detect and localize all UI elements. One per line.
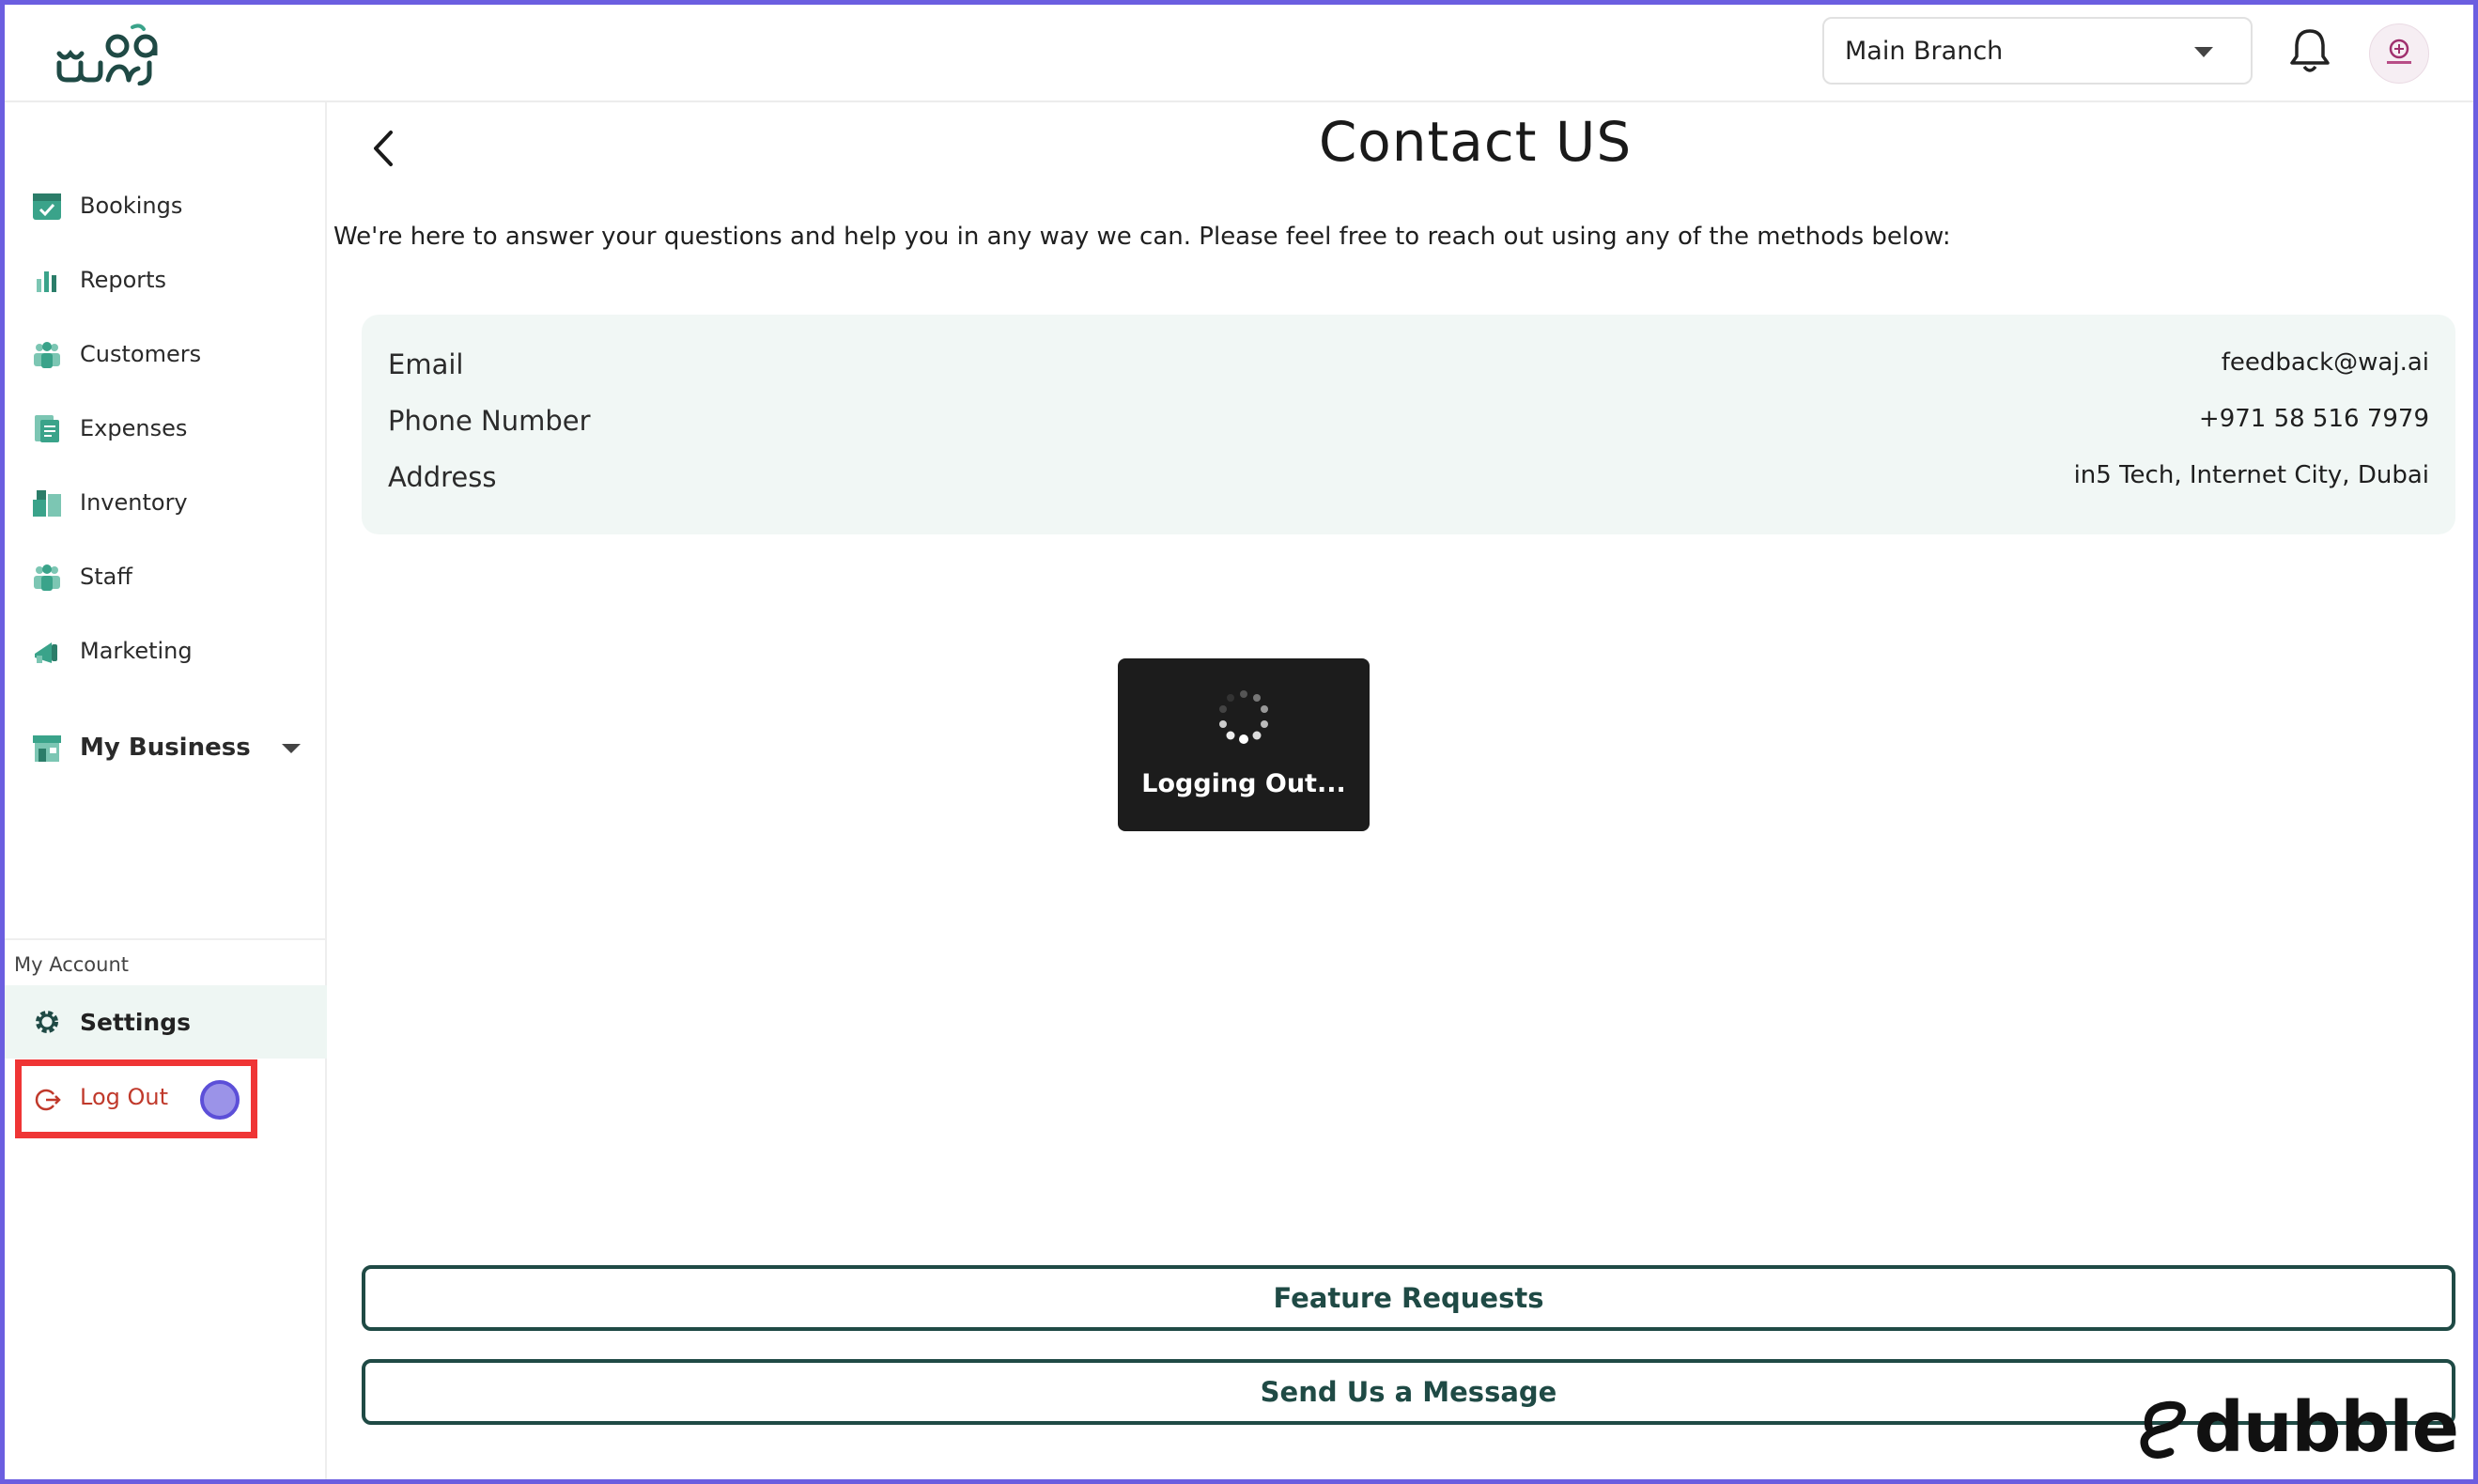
watermark-text: dubble (2193, 1387, 2459, 1468)
branch-selector[interactable]: Main Branch (1822, 17, 2253, 85)
email-value[interactable]: feedback@waj.ai (2222, 348, 2429, 377)
calendar-check-icon (33, 193, 61, 220)
dubble-logo-icon (2140, 1400, 2186, 1459)
phone-value[interactable]: +971 58 516 7979 (2199, 405, 2429, 433)
bar-chart-icon (37, 271, 56, 292)
waj-logo[interactable] (54, 22, 166, 85)
feature-requests-button[interactable]: Feature Requests (362, 1265, 2455, 1331)
chevron-down-icon (2194, 47, 2213, 57)
contact-info-card: Email feedback@waj.ai Phone Number +971 … (362, 315, 2455, 534)
logging-out-toast: Logging Out... (1118, 658, 1370, 831)
contact-row-email: Email feedback@waj.ai (388, 348, 2429, 395)
bell-icon[interactable] (2289, 27, 2331, 74)
avatar-logo-icon (2387, 39, 2411, 64)
toast-message: Logging Out... (1141, 769, 1346, 798)
contact-row-phone: Phone Number +971 58 516 7979 (388, 405, 2429, 452)
contact-row-address: Address in5 Tech, Internet City, Dubai (388, 461, 2429, 508)
chevron-down-icon[interactable] (282, 744, 301, 753)
sidebar: Bookings Reports Customers Expenses Inve… (5, 102, 327, 1479)
staff-icon (34, 564, 60, 591)
logout-button[interactable]: Log Out (15, 1059, 257, 1138)
storefront-icon (33, 735, 61, 762)
divider (5, 938, 327, 940)
sidebar-item-marketing[interactable]: Marketing (5, 621, 327, 681)
top-header: Main Branch (5, 5, 2473, 102)
sidebar-item-label: Expenses (80, 415, 188, 441)
people-icon (34, 342, 60, 368)
contact-label: Phone Number (388, 405, 591, 437)
page-title: Contact US (1318, 110, 1633, 174)
sidebar-item-expenses[interactable]: Expenses (5, 398, 327, 458)
intro-text: We're here to answer your questions and … (333, 223, 1951, 251)
sidebar-item-customers[interactable]: Customers (5, 324, 327, 384)
sidebar-item-label: Inventory (80, 489, 188, 516)
sidebar-item-label: Reports (80, 267, 167, 293)
sidebar-item-label: Customers (80, 341, 202, 367)
logout-icon (35, 1089, 61, 1111)
spinner-icon (1219, 690, 1268, 744)
sidebar-item-label: Bookings (80, 193, 183, 219)
megaphone-icon (35, 642, 57, 663)
sidebar-item-label: My Business (80, 734, 251, 762)
logout-label: Log Out (80, 1084, 169, 1110)
sidebar-item-label: Staff (80, 564, 132, 590)
app-window: Main Branch Bookings Reports Customers E… (0, 0, 2478, 1484)
sidebar-item-bookings[interactable]: Bookings (5, 176, 327, 236)
boxes-icon (33, 490, 61, 517)
contact-label: Email (388, 348, 464, 380)
sidebar-item-reports[interactable]: Reports (5, 250, 327, 310)
sidebar-item-settings[interactable]: Settings (5, 985, 327, 1059)
sidebar-item-staff[interactable]: Staff (5, 547, 327, 607)
dubble-watermark: dubble (2139, 1385, 2459, 1470)
sidebar-item-label: Marketing (80, 638, 193, 664)
my-account-section-label: My Account (14, 953, 130, 976)
address-value: in5 Tech, Internet City, Dubai (2073, 461, 2429, 489)
contact-label: Address (388, 461, 497, 493)
sidebar-item-label: Settings (80, 1008, 192, 1036)
cursor-indicator (200, 1080, 240, 1120)
sidebar-item-inventory[interactable]: Inventory (5, 472, 327, 533)
receipt-icon (35, 415, 59, 442)
branch-selected-value: Main Branch (1845, 36, 2004, 66)
sidebar-item-my-business[interactable]: My Business (5, 718, 327, 778)
avatar[interactable] (2369, 23, 2429, 84)
gear-icon (36, 1011, 58, 1033)
